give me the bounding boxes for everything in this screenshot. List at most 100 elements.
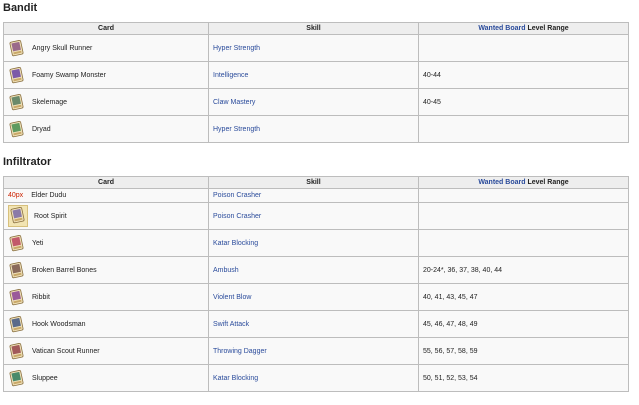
skill-cell: Intelligence <box>208 61 419 89</box>
card-name: Root Spirit <box>34 212 67 220</box>
col-header-skill: Skill <box>208 176 419 189</box>
card-cell: 40px Elder Dudu <box>3 188 209 203</box>
section-title-bandit: Bandit <box>3 2 38 14</box>
col-header-skill: Skill <box>208 22 419 35</box>
table-row: Broken Barrel Bones Ambush 20-24*, 36, 3… <box>3 256 629 284</box>
card-icon[interactable] <box>8 288 26 306</box>
col-header-level-rest: Level Range <box>525 179 569 186</box>
card-icon[interactable] <box>8 205 28 227</box>
card-icon[interactable] <box>8 369 26 387</box>
card-name: Dryad <box>32 125 51 133</box>
card-name: Vatican Scout Runner <box>32 347 100 355</box>
card-icon[interactable] <box>8 120 26 138</box>
skill-link[interactable]: Hyper Strength <box>213 45 260 52</box>
skill-link[interactable]: Hyper Strength <box>213 126 260 133</box>
card-cell: Yeti <box>3 229 209 257</box>
skill-cell: Katar Blocking <box>208 229 419 257</box>
card-icon[interactable] <box>8 261 26 279</box>
skill-link[interactable]: Throwing Dagger <box>213 348 267 355</box>
skill-link[interactable]: Poison Crasher <box>213 213 261 220</box>
table-row: Sluppee Katar Blocking 50, 51, 52, 53, 5… <box>3 364 629 392</box>
card-cell: Hook Woodsman <box>3 310 209 338</box>
skill-link[interactable]: Poison Crasher <box>213 192 261 199</box>
skill-link[interactable]: Swift Attack <box>213 321 249 328</box>
level-cell <box>418 229 629 257</box>
skill-cell: Hyper Strength <box>208 34 419 62</box>
card-cell: Dryad <box>3 115 209 143</box>
skill-cell: Violent Blow <box>208 283 419 311</box>
card-name: Broken Barrel Bones <box>32 266 97 274</box>
table-header-row: Card Skill Wanted Board Level Range <box>3 22 629 35</box>
level-cell <box>418 34 629 62</box>
section-title-infiltrator: Infiltrator <box>3 156 52 168</box>
skill-cell: Ambush <box>208 256 419 284</box>
col-header-card: Card <box>3 176 209 189</box>
col-header-level-rest: Level Range <box>525 25 569 32</box>
table-row: Root Spirit Poison Crasher <box>3 202 629 230</box>
skill-link[interactable]: Intelligence <box>213 72 248 79</box>
table-header-row: Card Skill Wanted Board Level Range <box>3 176 629 189</box>
table-row: Vatican Scout Runner Throwing Dagger 55,… <box>3 337 629 365</box>
card-icon[interactable] <box>8 39 26 57</box>
missing-image-text[interactable]: 40px <box>8 192 23 199</box>
table-row: Ribbit Violent Blow 40, 41, 43, 45, 47 <box>3 283 629 311</box>
card-name: Angry Skull Runner <box>32 44 93 52</box>
col-header-level: Wanted Board Level Range <box>418 22 629 35</box>
table-row: 40px Elder Dudu Poison Crasher <box>3 188 629 203</box>
card-name: Yeti <box>32 239 44 247</box>
skill-link[interactable]: Claw Mastery <box>213 99 255 106</box>
skill-cell: Poison Crasher <box>208 202 419 230</box>
card-icon[interactable] <box>8 234 26 252</box>
card-icon[interactable] <box>8 66 26 84</box>
skill-cell: Hyper Strength <box>208 115 419 143</box>
page: Bandit Card Skill Wanted Board Level Ran… <box>0 0 639 405</box>
table-row: Skelemage Claw Mastery 40-45 <box>3 88 629 116</box>
table-row: Yeti Katar Blocking <box>3 229 629 257</box>
skill-link[interactable]: Ambush <box>213 267 239 274</box>
col-header-level: Wanted Board Level Range <box>418 176 629 189</box>
level-cell <box>418 115 629 143</box>
level-cell: 50, 51, 52, 53, 54 <box>418 364 629 392</box>
card-cell: Vatican Scout Runner <box>3 337 209 365</box>
card-cell: Angry Skull Runner <box>3 34 209 62</box>
table-row: Hook Woodsman Swift Attack 45, 46, 47, 4… <box>3 310 629 338</box>
card-name: Elder Dudu <box>31 192 67 199</box>
card-name: Foamy Swamp Monster <box>32 71 106 79</box>
skill-link[interactable]: Katar Blocking <box>213 240 258 247</box>
card-icon[interactable] <box>8 315 26 333</box>
skill-cell: Throwing Dagger <box>208 337 419 365</box>
bandit-table: Card Skill Wanted Board Level Range Angr… <box>3 22 629 143</box>
skill-cell: Claw Mastery <box>208 88 419 116</box>
card-cell: Ribbit <box>3 283 209 311</box>
infiltrator-table: Card Skill Wanted Board Level Range 40px… <box>3 176 629 392</box>
card-icon[interactable] <box>8 342 26 360</box>
skill-cell: Katar Blocking <box>208 364 419 392</box>
skill-cell: Poison Crasher <box>208 188 419 203</box>
skill-link[interactable]: Violent Blow <box>213 294 251 301</box>
level-cell: 40, 41, 43, 45, 47 <box>418 283 629 311</box>
level-cell: 40-45 <box>418 88 629 116</box>
wanted-board-link[interactable]: Wanted Board <box>478 179 525 186</box>
card-cell: Foamy Swamp Monster <box>3 61 209 89</box>
card-icon[interactable] <box>8 93 26 111</box>
level-cell: 40-44 <box>418 61 629 89</box>
level-cell: 45, 46, 47, 48, 49 <box>418 310 629 338</box>
card-cell: Sluppee <box>3 364 209 392</box>
table-row: Dryad Hyper Strength <box>3 115 629 143</box>
card-name: Hook Woodsman <box>32 320 86 328</box>
table-row: Angry Skull Runner Hyper Strength <box>3 34 629 62</box>
card-name: Skelemage <box>32 98 68 106</box>
card-name: Ribbit <box>32 293 50 301</box>
level-cell <box>418 202 629 230</box>
skill-link[interactable]: Katar Blocking <box>213 375 258 382</box>
card-cell: Broken Barrel Bones <box>3 256 209 284</box>
card-name: Sluppee <box>32 374 58 382</box>
table-row: Foamy Swamp Monster Intelligence 40-44 <box>3 61 629 89</box>
card-cell: Root Spirit <box>3 202 209 230</box>
wanted-board-link[interactable]: Wanted Board <box>478 25 525 32</box>
col-header-card: Card <box>3 22 209 35</box>
level-cell <box>418 188 629 203</box>
skill-cell: Swift Attack <box>208 310 419 338</box>
level-cell: 20-24*, 36, 37, 38, 40, 44 <box>418 256 629 284</box>
level-cell: 55, 56, 57, 58, 59 <box>418 337 629 365</box>
